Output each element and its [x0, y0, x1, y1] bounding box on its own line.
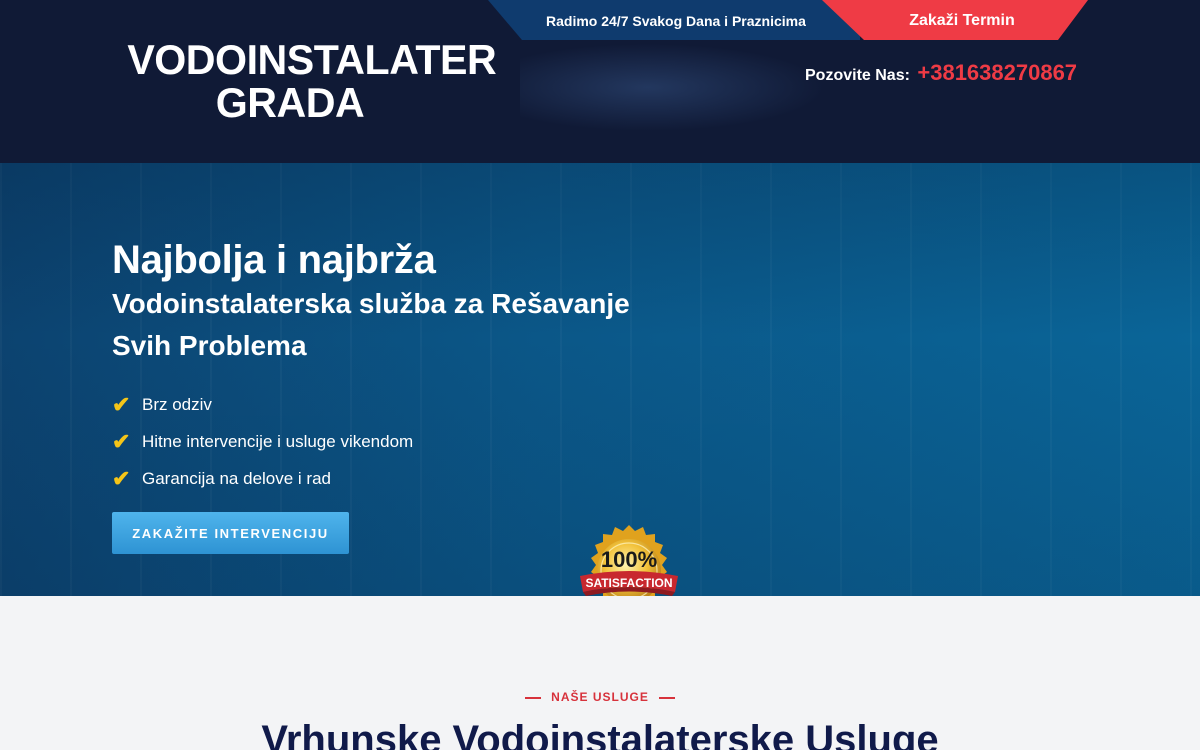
checkmark-icon: ✔	[112, 391, 131, 417]
feature-text: Brz odziv	[142, 394, 212, 414]
hero-title: Najbolja i najbrža	[112, 238, 436, 282]
checkmark-icon: ✔	[112, 465, 131, 491]
badge-percent: 100%	[601, 547, 657, 572]
schedule-intervention-button[interactable]: ZAKAŽITE INTERVENCIJU	[112, 512, 349, 554]
feature-text: Garancija na delove i rad	[142, 468, 332, 488]
satisfaction-badge: 100% SATISFACTION	[576, 524, 682, 596]
services-eyebrow-text: NAŠE USLUGE	[551, 690, 649, 704]
badge-ribbon-text: SATISFACTION	[585, 576, 672, 590]
feature-text: Hitne intervencije i usluge vikendom	[142, 431, 414, 451]
services-title: Vrhunske Vodoinstalaterske Usluge	[261, 718, 939, 750]
divider-dash	[525, 696, 542, 699]
feature-list: ✔ Brz odziv ✔ Hitne intervencije i uslug…	[112, 386, 413, 497]
availability-text: Radimo 24/7 Svakog Dana i Praznicima	[546, 13, 806, 29]
call-label: Pozovite Nas:	[805, 67, 910, 84]
services-eyebrow: NAŠE USLUGE	[0, 690, 1200, 704]
feature-item: ✔ Brz odziv	[112, 386, 413, 423]
checkmark-icon: ✔	[112, 428, 131, 454]
hero-subtitle: Vodoinstalaterska služba za Rešavanje Sv…	[112, 288, 630, 361]
book-appointment-button[interactable]: Zakaži Termin	[822, 0, 1102, 40]
site-logo[interactable]: VODOINSTALATER GRADA	[127, 36, 497, 126]
call-info: Pozovite Nas: +381638270867	[805, 60, 1077, 86]
logo-line-1: VODOINSTALATER	[127, 36, 497, 83]
phone-link[interactable]: +381638270867	[917, 60, 1077, 85]
divider-dash	[658, 696, 675, 699]
feature-item: ✔ Hitne intervencije i usluge vikendom	[112, 423, 413, 460]
satisfaction-seal-icon: 100% SATISFACTION	[580, 525, 678, 596]
header-background-texture	[520, 40, 840, 135]
logo-line-2: GRADA	[215, 79, 365, 126]
feature-item: ✔ Garancija na delove i rad	[112, 460, 413, 497]
